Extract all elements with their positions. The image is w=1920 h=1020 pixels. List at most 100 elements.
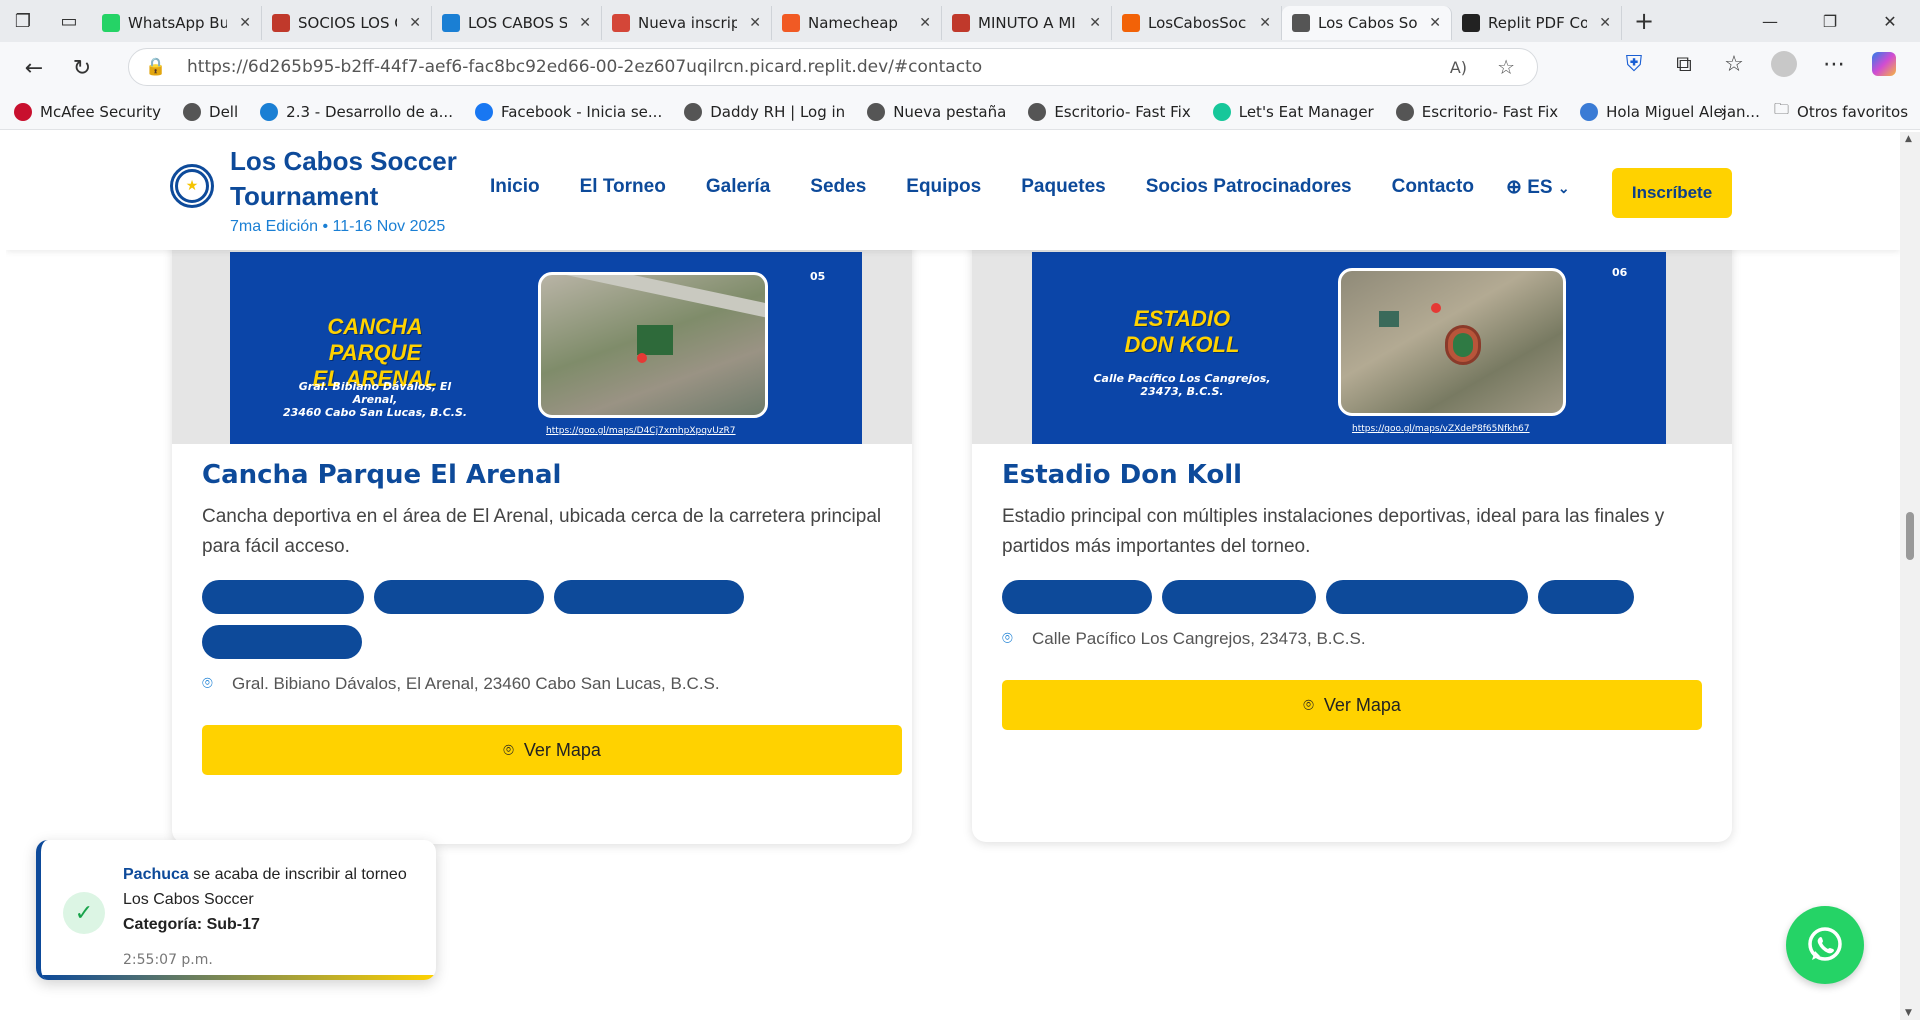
nav-contacto[interactable]: Contacto — [1392, 176, 1474, 198]
bookmark-item[interactable]: Hola Miguel Alejan... — [1580, 102, 1760, 121]
poster-title-1: CANCHA PARQUE — [327, 314, 423, 365]
nav-socios[interactable]: Socios Patrocinadores — [1146, 176, 1352, 198]
read-aloud-icon[interactable]: A) — [1450, 58, 1467, 77]
tab-title: LosCabosSocc — [1148, 14, 1248, 32]
scrollbar-thumb[interactable] — [1906, 512, 1914, 560]
shield-icon[interactable]: ⛨ — [1612, 42, 1656, 86]
openai-icon — [1462, 14, 1480, 32]
venue-address-text: Gral. Bibiano Dávalos, El Arenal, 23460 … — [232, 674, 720, 693]
toast-progress-bar — [41, 975, 436, 980]
browser-tab[interactable]: LOS CABOS SC ✕ — [432, 6, 602, 40]
browser-tab[interactable]: Replit PDF Co ✕ — [1452, 6, 1622, 40]
close-tab-icon[interactable]: ✕ — [1599, 15, 1611, 31]
poster-address-1: Gral. Bibiano Dávalos, El Arenal, — [298, 380, 452, 406]
browser-tab[interactable]: Nueva inscripc ✕ — [602, 6, 772, 40]
location-pin-icon: ⌾ — [1303, 694, 1314, 715]
brand[interactable]: Los Cabos Soccer Tournament 7ma Edición … — [230, 144, 457, 236]
bookmark-item[interactable]: Dell — [183, 102, 238, 121]
bookmark-label: Escritorio- Fast Fix — [1421, 102, 1559, 121]
bookmark-favicon-icon — [684, 102, 703, 121]
bookmark-label: Let's Eat Manager — [1238, 102, 1374, 121]
browser-tab[interactable]: Namecheap ✕ — [772, 6, 942, 40]
bookmark-item[interactable]: Escritorio- Fast Fix — [1395, 102, 1559, 121]
venue-title: Cancha Parque El Arenal — [202, 460, 562, 490]
tab-title: Nueva inscripc — [638, 14, 737, 32]
bookmark-item[interactable]: Facebook - Inicia se... — [474, 102, 662, 121]
whatsapp-button[interactable] — [1786, 906, 1864, 984]
toolbar-icons: ⛨ ⧉ ☆ ⋯ — [1612, 42, 1906, 86]
restore-button[interactable]: ❐ — [1800, 0, 1860, 42]
poster-link: https://goo.gl/maps/vZXdeP8f65Nfkh67 — [1352, 424, 1530, 434]
close-tab-icon[interactable]: ✕ — [1259, 15, 1271, 31]
bookmark-item[interactable]: Daddy RH | Log in — [684, 102, 845, 121]
venue-description: Cancha deportiva en el área de El Arenal… — [202, 506, 882, 557]
address-bar[interactable]: 🔒 https://6d265b95-b2ff-44f7-aef6-fac8bc… — [128, 48, 1538, 86]
view-map-button[interactable]: ⌾ Ver Mapa — [202, 725, 902, 775]
venue-card: ESTADIO DON KOLL Calle Pacífico Los Cang… — [972, 192, 1732, 842]
browser-tab[interactable]: WhatsApp Bu ✕ — [92, 6, 262, 40]
toast-time: 2:55:07 p.m. — [123, 952, 213, 968]
close-window-button[interactable]: ✕ — [1860, 0, 1920, 42]
nav-galeria[interactable]: Galería — [706, 176, 770, 198]
more-menu-icon[interactable]: ⋯ — [1812, 42, 1856, 86]
back-button[interactable]: ← — [12, 46, 56, 90]
bookmark-item[interactable]: 2.3 - Desarrollo de a... — [260, 102, 453, 121]
poster-title-2: DON KOLL — [1124, 332, 1240, 357]
tab-actions-icon[interactable]: ▭ — [46, 0, 92, 43]
bookmark-item[interactable]: Escritorio- Fast Fix — [1028, 102, 1191, 121]
language-selector[interactable]: ⊕ ES ⌄ — [1506, 176, 1570, 199]
close-tab-icon[interactable]: ✕ — [409, 15, 421, 31]
close-tab-icon[interactable]: ✕ — [579, 15, 591, 31]
location-pin-icon: ⌾ — [503, 739, 514, 760]
toast-message: Pachuca se acaba de inscribir al torneo … — [123, 862, 423, 937]
tab-title: MINUTO A MI — [978, 14, 1076, 32]
bookmark-item[interactable]: McAfee Security — [14, 102, 161, 121]
namecheap-icon — [782, 14, 800, 32]
poster-address-2: 23473, B.C.S. — [1140, 385, 1224, 398]
tab-title: LOS CABOS SC — [468, 14, 567, 32]
bookmark-item[interactable]: Nueva pestaña — [867, 102, 1006, 121]
nav-inicio[interactable]: Inicio — [490, 176, 540, 198]
site-header: ★ Los Cabos Soccer Tournament 7ma Edició… — [6, 132, 1900, 250]
nav-equipos[interactable]: Equipos — [906, 176, 981, 198]
page-scrollbar[interactable]: ▲ ▼ — [1900, 132, 1920, 1020]
address-bar-row: ← ↻ 🔒 https://6d265b95-b2ff-44f7-aef6-fa… — [0, 42, 1920, 94]
browser-tab[interactable]: Los Cabos Soc ✕ — [1282, 6, 1452, 40]
minimize-button[interactable]: — — [1740, 0, 1800, 42]
close-tab-icon[interactable]: ✕ — [919, 15, 931, 31]
scroll-up-icon[interactable]: ▲ — [1905, 134, 1912, 144]
close-tab-icon[interactable]: ✕ — [749, 15, 761, 31]
bookmark-favicon-icon — [1395, 102, 1414, 121]
other-favorites[interactable]: 🗀 Otros favoritos — [1774, 99, 1908, 124]
new-tab-button[interactable]: + — [1622, 0, 1666, 43]
view-map-button[interactable]: ⌾ Ver Mapa — [1002, 680, 1702, 730]
tab-title: Replit PDF Co — [1488, 14, 1588, 32]
bookmark-item[interactable]: Let's Eat Manager — [1212, 102, 1374, 121]
register-button[interactable]: Inscríbete — [1612, 168, 1732, 218]
lock-icon[interactable]: 🔒 — [145, 57, 167, 77]
language-label: ES — [1527, 177, 1553, 198]
registration-toast[interactable]: ✓ Pachuca se acaba de inscribir al torne… — [36, 840, 436, 980]
close-tab-icon[interactable]: ✕ — [1429, 15, 1441, 31]
favorite-star-icon[interactable]: ☆ — [1497, 55, 1515, 79]
globe-icon — [1292, 14, 1310, 32]
close-tab-icon[interactable]: ✕ — [239, 15, 251, 31]
chevron-right-icon[interactable]: › — [1720, 101, 1727, 122]
nav-sedes[interactable]: Sedes — [810, 176, 866, 198]
nav-el-torneo[interactable]: El Torneo — [580, 176, 666, 198]
workspaces-icon[interactable]: ❐ — [0, 0, 46, 43]
browser-tab[interactable]: MINUTO A MI ✕ — [942, 6, 1112, 40]
scroll-down-icon[interactable]: ▼ — [1905, 1008, 1912, 1018]
whatsapp-icon — [1808, 927, 1842, 961]
close-tab-icon[interactable]: ✕ — [1089, 15, 1101, 31]
refresh-button[interactable]: ↻ — [60, 46, 104, 90]
toast-team: Pachuca — [123, 866, 189, 883]
nav-paquetes[interactable]: Paquetes — [1021, 176, 1105, 198]
site-logo[interactable]: ★ — [170, 164, 214, 208]
copilot-icon[interactable] — [1862, 42, 1906, 86]
browser-tab[interactable]: LosCabosSocc ✕ — [1112, 6, 1282, 40]
favorites-icon[interactable]: ☆ — [1712, 42, 1756, 86]
extensions-icon[interactable]: ⧉ — [1662, 42, 1706, 86]
browser-tab[interactable]: SOCIOS LOS C ✕ — [262, 6, 432, 40]
profile-avatar[interactable] — [1762, 42, 1806, 86]
